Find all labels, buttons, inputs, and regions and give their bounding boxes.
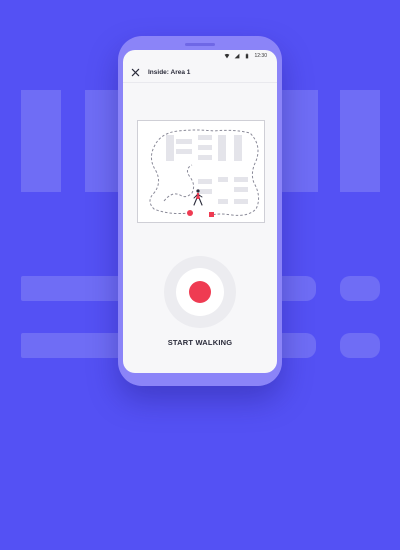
start-marker: [187, 210, 193, 216]
map-rooms: [166, 135, 248, 204]
phone-frame: 12:30 Inside: Area 1 START WALKING: [118, 36, 282, 386]
background-decor-bar: [278, 90, 318, 192]
end-marker: [209, 212, 214, 217]
close-button[interactable]: [131, 68, 140, 77]
background-decor-pill: [340, 333, 380, 358]
background-decor-bar: [21, 90, 61, 192]
battery-icon: [246, 53, 249, 59]
close-icon: [131, 68, 140, 76]
start-walking-label[interactable]: START WALKING: [123, 338, 277, 347]
background-decor-pill: [340, 276, 380, 301]
indoor-map: [137, 120, 265, 223]
page-title: Inside: Area 1: [148, 68, 191, 76]
phone-screen: 12:30 Inside: Area 1 START WALKING: [123, 50, 277, 373]
record-control: [164, 256, 236, 328]
app-bar: Inside: Area 1: [123, 62, 277, 83]
status-bar: 12:30: [123, 50, 277, 62]
background-decor-bar: [340, 90, 380, 192]
phone-speaker: [185, 43, 215, 46]
background-decor-bar: [21, 333, 131, 358]
signal-icon: [235, 53, 240, 59]
floor-plan: [149, 129, 260, 217]
wifi-icon: [225, 53, 230, 59]
background-decor-bar: [21, 276, 131, 301]
status-time: 12:30: [254, 53, 267, 59]
record-button[interactable]: [189, 281, 211, 303]
